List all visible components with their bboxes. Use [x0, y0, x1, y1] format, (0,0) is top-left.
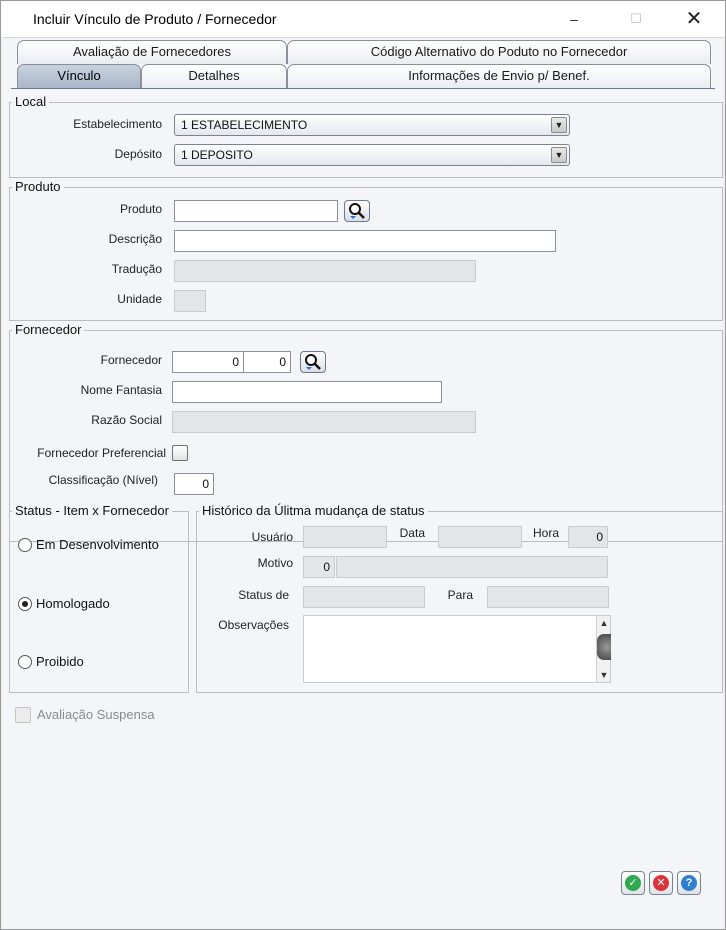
- razao-social-field: [172, 411, 476, 433]
- tab-detalhes[interactable]: Detalhes: [141, 64, 287, 88]
- proibido-label: Proibido: [36, 654, 84, 669]
- scroll-thumb[interactable]: [597, 634, 611, 660]
- maximize-button[interactable]: ☐: [613, 1, 659, 37]
- dropdown-arrow-icon: ▼: [551, 147, 567, 163]
- hora-label: Hora: [532, 526, 559, 540]
- descricao-input[interactable]: [174, 230, 556, 252]
- observacoes-label: Observações: [218, 618, 289, 632]
- close-button[interactable]: ✕: [671, 1, 717, 37]
- deposito-select[interactable]: 1 DEPOSITO ▼: [174, 144, 570, 166]
- fornecedor-code-input[interactable]: 0: [172, 351, 244, 373]
- magnifier-icon: [349, 203, 365, 219]
- title-bar: Incluir Vínculo de Produto / Fornecedor …: [1, 1, 725, 37]
- para-label: Para: [447, 588, 473, 602]
- estabelecimento-select[interactable]: 1 ESTABELECIMENTO ▼: [174, 114, 570, 136]
- produto-lookup-button[interactable]: [344, 200, 370, 222]
- razao-social-label: Razão Social: [91, 413, 162, 427]
- historico-legend: Histórico da Úlitma mudança de status: [199, 504, 428, 518]
- descricao-label: Descrição: [108, 232, 162, 246]
- dialog-window: Incluir Vínculo de Produto / Fornecedor …: [0, 0, 726, 930]
- minimize-button[interactable]: –: [551, 1, 597, 37]
- homologado-label: Homologado: [36, 596, 110, 611]
- radio-em-desenvolvimento[interactable]: [18, 538, 32, 552]
- scroll-down-icon[interactable]: ▼: [598, 668, 610, 682]
- nome-fantasia-label: Nome Fantasia: [80, 383, 162, 397]
- magnifier-icon: [305, 354, 321, 370]
- usuario-field: [303, 526, 387, 548]
- para-field: [487, 586, 609, 608]
- motivo-description-field: [336, 556, 608, 578]
- fornecedor-seq-input[interactable]: 0: [243, 351, 291, 373]
- status-de-field: [303, 586, 425, 608]
- produto-label: Produto: [119, 202, 162, 216]
- observacoes-textarea[interactable]: ▲ ▼: [303, 615, 611, 683]
- fornecedor-label: Fornecedor: [100, 353, 162, 367]
- tab-vinculo[interactable]: Vínculo: [17, 64, 141, 88]
- fornecedor-lookup-button[interactable]: [300, 351, 326, 373]
- help-icon: ?: [681, 875, 697, 891]
- deposito-value: 1 DEPOSITO: [181, 148, 253, 162]
- preferencial-checkbox[interactable]: [172, 445, 188, 461]
- status-group: Status - Item x Fornecedor Em Desenvolvi…: [9, 504, 189, 693]
- unidade-label: Unidade: [117, 292, 162, 306]
- tab-codigo-alternativo[interactable]: Código Alternativo do Poduto no Forneced…: [287, 40, 711, 64]
- tab-informacoes-envio[interactable]: Informações de Envio p/ Benef.: [287, 64, 711, 88]
- tab-divider: [11, 88, 715, 89]
- motivo-code-field: 0: [303, 556, 335, 578]
- cancel-icon: ✕: [653, 875, 669, 891]
- classificacao-label: Classificação (Nível): [48, 473, 158, 487]
- preferencial-label: Fornecedor Preferencial: [37, 446, 166, 460]
- observacoes-scrollbar[interactable]: ▲ ▼: [596, 616, 611, 682]
- deposito-label: Depósito: [114, 147, 162, 161]
- avaliacao-suspensa-label: Avaliação Suspensa: [37, 707, 155, 722]
- local-legend: Local: [12, 95, 50, 109]
- nome-fantasia-input[interactable]: [172, 381, 442, 403]
- scroll-up-icon[interactable]: ▲: [598, 616, 610, 630]
- produto-input[interactable]: [174, 200, 338, 222]
- estabelecimento-label: Estabelecimento: [73, 117, 162, 131]
- ok-button[interactable]: ✓: [621, 871, 645, 895]
- usuario-label: Usuário: [251, 530, 293, 544]
- tab-avaliacao-fornecedores[interactable]: Avaliação de Fornecedores: [17, 40, 287, 64]
- status-de-label: Status de: [238, 588, 289, 602]
- classificacao-input[interactable]: 0: [174, 473, 214, 495]
- radio-homologado[interactable]: [18, 597, 32, 611]
- produto-legend: Produto: [12, 180, 64, 194]
- traducao-label: Tradução: [111, 262, 162, 276]
- avaliacao-suspensa-checkbox[interactable]: [15, 707, 31, 723]
- hora-field: 0: [568, 526, 608, 548]
- traducao-field: [174, 260, 476, 282]
- motivo-label: Motivo: [257, 556, 293, 570]
- dialog-body: Avaliação de Fornecedores Código Alterna…: [3, 37, 723, 929]
- estabelecimento-value: 1 ESTABELECIMENTO: [181, 118, 308, 132]
- window-title: Incluir Vínculo de Produto / Fornecedor: [33, 11, 277, 27]
- check-icon: ✓: [625, 875, 641, 891]
- em-desenvolvimento-label: Em Desenvolvimento: [36, 537, 159, 552]
- cancel-button[interactable]: ✕: [649, 871, 673, 895]
- local-group: Local Estabelecimento 1 ESTABELECIMENTO …: [9, 95, 723, 178]
- data-field: [438, 526, 522, 548]
- produto-group: Produto Produto Descrição Tradução Unida…: [9, 180, 723, 321]
- fornecedor-legend: Fornecedor: [12, 323, 85, 337]
- historico-group: Histórico da Úlitma mudança de status Us…: [196, 504, 723, 693]
- radio-proibido[interactable]: [18, 655, 32, 669]
- unidade-field: [174, 290, 206, 312]
- data-label: Data: [399, 526, 425, 540]
- help-button[interactable]: ?: [677, 871, 701, 895]
- status-legend: Status - Item x Fornecedor: [12, 504, 172, 518]
- dropdown-arrow-icon: ▼: [551, 117, 567, 133]
